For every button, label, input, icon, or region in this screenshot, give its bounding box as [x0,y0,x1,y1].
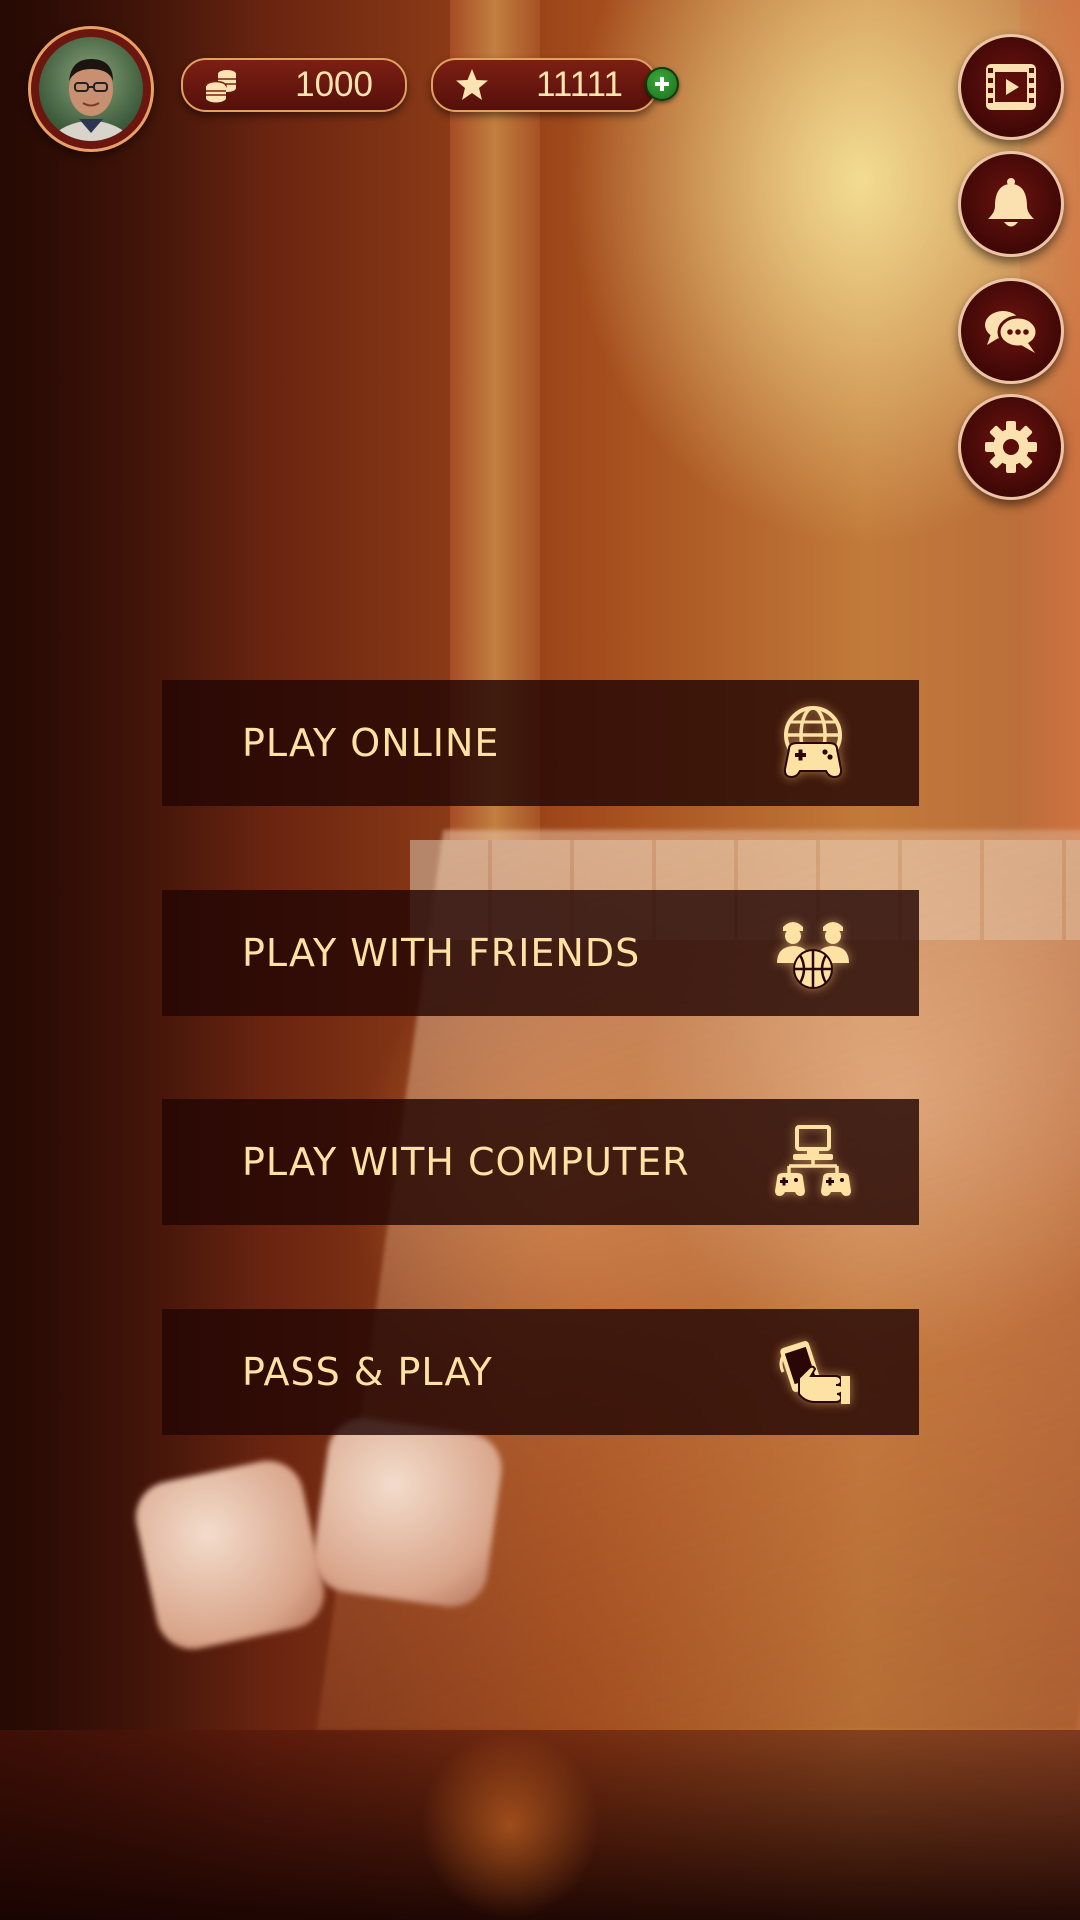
play-online-label: PLAY ONLINE [242,721,500,765]
play-with-friends-button[interactable]: PLAY WITH FRIENDS [162,890,919,1016]
chat-bubbles-icon [985,311,1039,353]
gear-icon [985,421,1037,473]
dice-image [308,1413,507,1612]
coins-value: 1000 [295,65,373,104]
stars-counter: 11111 [431,58,657,112]
add-stars-button[interactable] [645,67,679,101]
pass-and-play-label: PASS & PLAY [242,1350,493,1394]
play-with-computer-label: PLAY WITH COMPUTER [242,1140,690,1184]
pass-and-play-button[interactable]: PASS & PLAY [162,1309,919,1435]
friends-ball-icon [777,922,849,989]
play-with-computer-button[interactable]: PLAY WITH COMPUTER [162,1099,919,1225]
notifications-button[interactable] [958,151,1064,257]
globe-gamepad-icon [783,706,843,779]
profile-avatar[interactable] [28,26,154,152]
coins-counter: 1000 [181,58,407,112]
video-button[interactable] [958,34,1064,140]
phone-hand-pass-icon [779,1341,850,1404]
bell-icon [988,178,1034,227]
play-with-friends-label: PLAY WITH FRIENDS [242,931,641,975]
settings-button[interactable] [958,394,1064,500]
plus-icon [655,77,669,91]
chat-button[interactable] [958,278,1064,384]
play-online-button[interactable]: PLAY ONLINE [162,680,919,806]
stars-value: 11111 [536,65,623,104]
dice-image [129,1454,331,1656]
star-icon [456,69,488,100]
film-video-icon [986,64,1036,110]
computer-network-gamepads-icon [775,1125,851,1196]
coin-stack-icon [205,70,236,103]
